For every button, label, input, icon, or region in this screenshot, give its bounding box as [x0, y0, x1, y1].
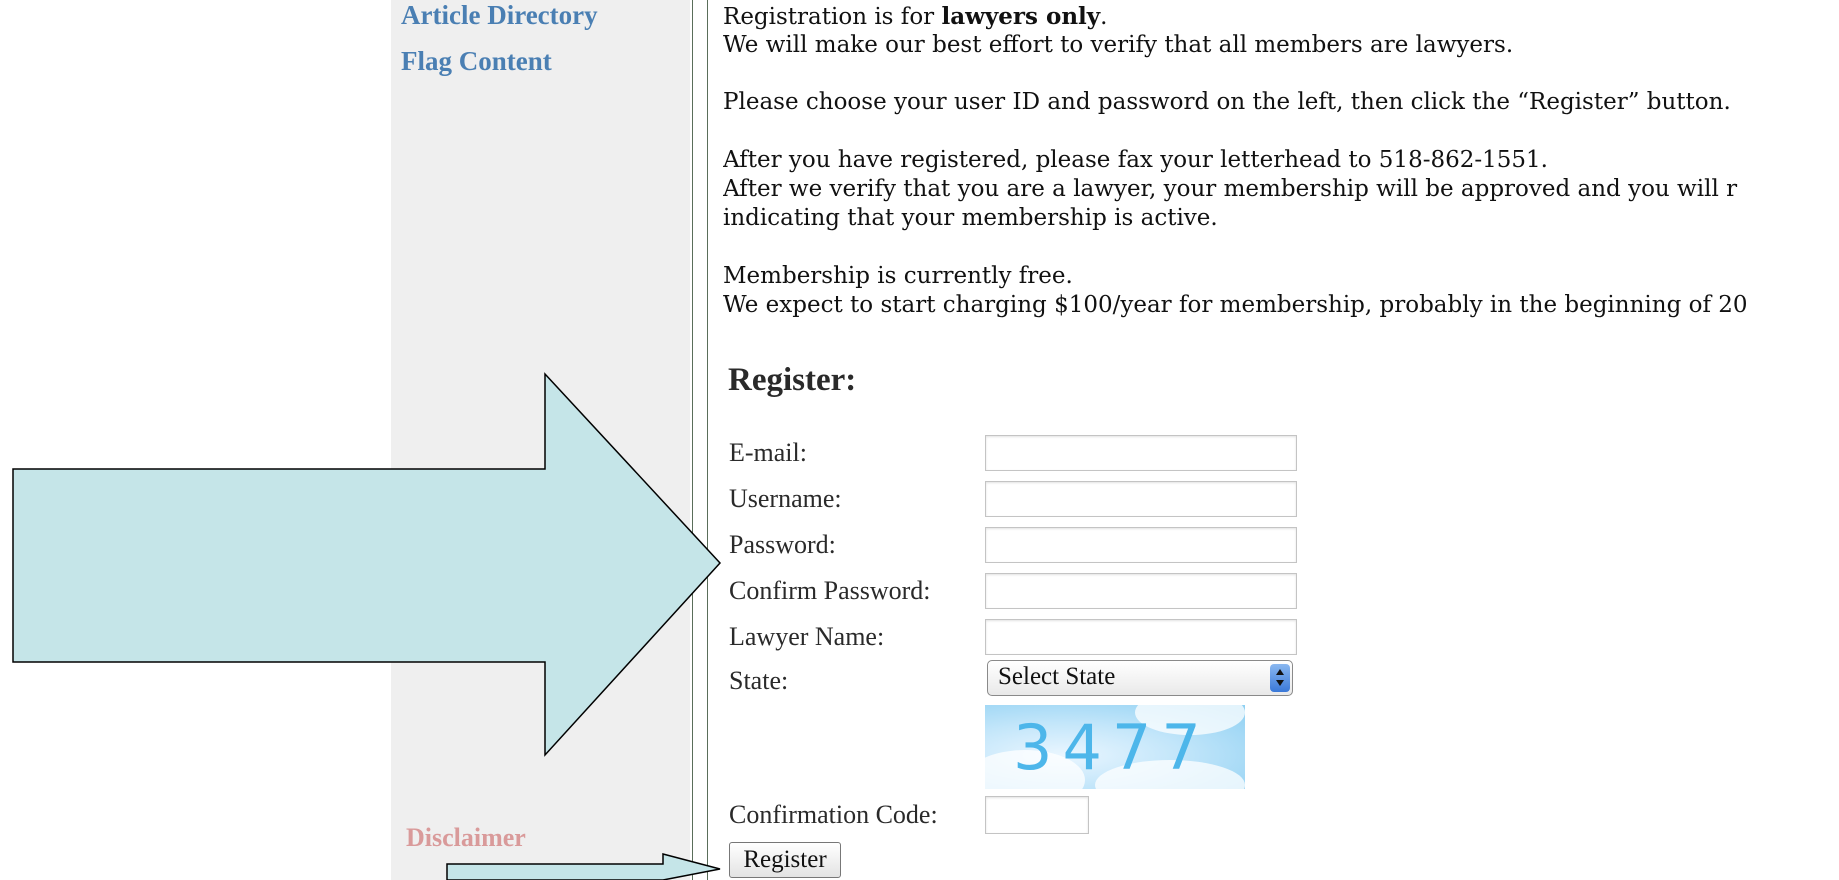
- page: Article Directory Flag Content Disclaime…: [0, 0, 1839, 880]
- small-pointer-arrow: [446, 853, 721, 880]
- annotation-arrows: [12, 372, 722, 880]
- big-pointer-arrow: [12, 372, 722, 757]
